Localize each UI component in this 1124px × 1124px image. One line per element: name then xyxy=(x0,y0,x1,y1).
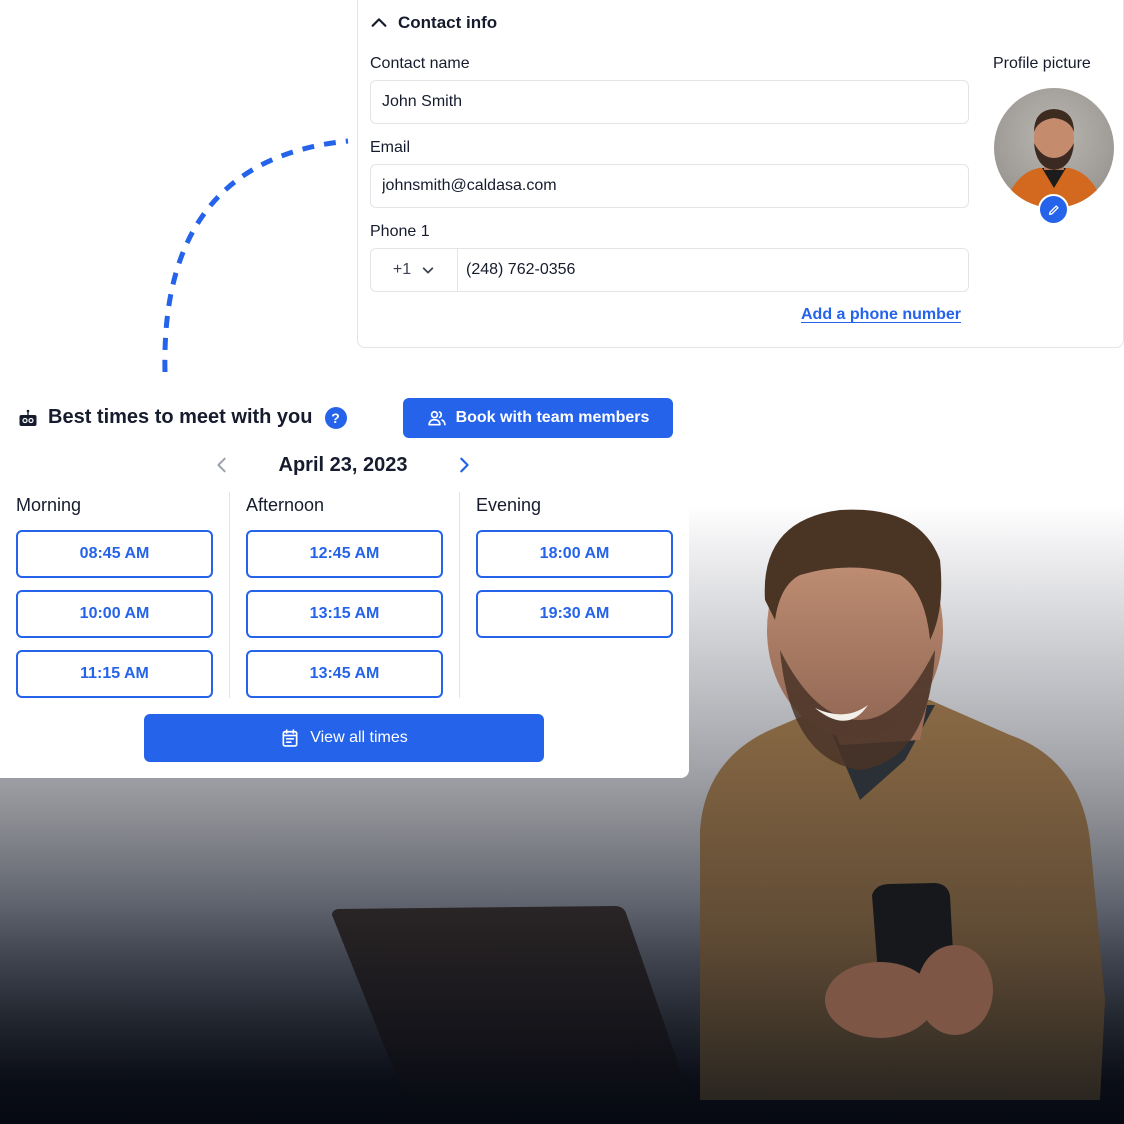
country-code-select[interactable]: +1 xyxy=(371,249,458,291)
column-label: Morning xyxy=(16,495,82,515)
view-all-times-button[interactable]: View all times xyxy=(144,714,544,762)
column-label: Evening xyxy=(476,495,542,515)
phone-label: Phone 1 xyxy=(370,223,430,240)
robot-icon xyxy=(19,409,37,426)
time-slot-button[interactable]: 12:45 AM xyxy=(246,530,443,578)
head xyxy=(767,522,943,738)
view-all-times-label: View all times xyxy=(310,729,408,746)
torso xyxy=(700,700,1105,1100)
edit-avatar-button[interactable] xyxy=(1038,194,1069,225)
email-input[interactable] xyxy=(370,164,969,208)
time-slot-columns: Morning 08:45 AM 10:00 AM 11:15 AM After… xyxy=(0,492,689,698)
profile-picture-label: Profile picture xyxy=(993,55,1091,72)
best-times-title: Best times to meet with you xyxy=(48,406,313,428)
book-with-team-label: Book with team members xyxy=(455,409,650,426)
contact-info-panel: Contact info Contact name Email Phone 1 … xyxy=(357,0,1124,348)
hair xyxy=(764,509,942,640)
help-icon[interactable]: ? xyxy=(324,406,347,429)
contact-name-label: Contact name xyxy=(370,55,470,72)
time-slot-button[interactable]: 11:15 AM xyxy=(16,650,213,698)
contact-name-input[interactable] xyxy=(370,80,969,124)
phone-number-input[interactable] xyxy=(458,249,968,291)
contact-info-title: Contact info xyxy=(398,13,498,32)
laptop xyxy=(332,906,690,1098)
phone xyxy=(872,883,955,1000)
chevron-up-icon[interactable] xyxy=(370,14,388,32)
time-slot-button[interactable]: 13:45 AM xyxy=(246,650,443,698)
chevron-down-icon xyxy=(422,267,434,274)
previous-date-button[interactable] xyxy=(208,451,236,479)
contact-info-header[interactable]: Contact info xyxy=(370,13,497,33)
email-label: Email xyxy=(370,139,411,156)
time-slot-button[interactable]: 10:00 AM xyxy=(16,590,213,638)
users-icon xyxy=(427,410,446,426)
morning-column: Morning 08:45 AM 10:00 AM 11:15 AM xyxy=(0,492,214,698)
dashed-connector xyxy=(162,138,349,373)
time-slot-button[interactable]: 13:15 AM xyxy=(246,590,443,638)
next-date-button[interactable] xyxy=(450,451,478,479)
chevron-right-icon xyxy=(460,457,469,473)
chevron-left-icon xyxy=(217,457,226,473)
country-code-value: +1 xyxy=(392,261,412,278)
current-date: April 23, 2023 xyxy=(278,453,408,476)
time-slot-button[interactable]: 08:45 AM xyxy=(16,530,213,578)
book-with-team-button[interactable]: Book with team members xyxy=(403,398,673,438)
avatar[interactable] xyxy=(994,88,1114,208)
best-times-header: Best times to meet with you ? xyxy=(18,406,347,429)
afternoon-column: Afternoon 12:45 AM 13:15 AM 13:45 AM xyxy=(230,492,444,698)
add-phone-number-link[interactable]: Add a phone number xyxy=(801,306,961,324)
column-label: Afternoon xyxy=(246,495,325,515)
phone-field: +1 xyxy=(370,248,969,292)
calendar-icon xyxy=(282,729,298,747)
time-slot-button[interactable]: 18:00 AM xyxy=(476,530,673,578)
date-navigator: April 23, 2023 xyxy=(208,450,478,480)
best-times-panel: Best times to meet with you ? Book with … xyxy=(0,378,689,778)
pencil-icon xyxy=(1048,204,1059,215)
avatar-photo xyxy=(1004,109,1104,208)
time-slot-button[interactable]: 19:30 AM xyxy=(476,590,673,638)
evening-column: Evening 18:00 AM 19:30 AM xyxy=(460,492,674,698)
